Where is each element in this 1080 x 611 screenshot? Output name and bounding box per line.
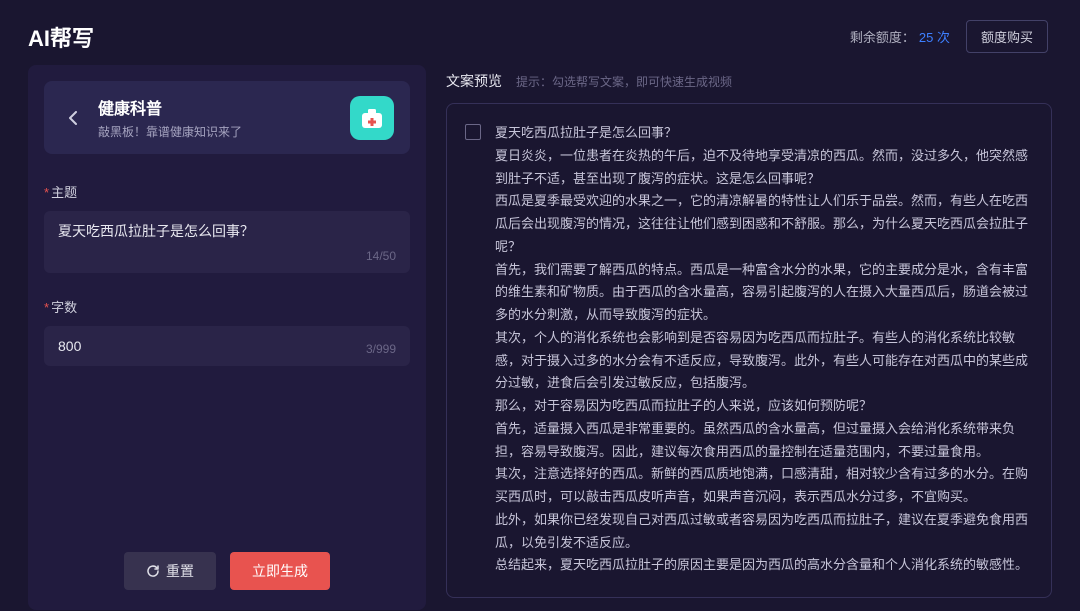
- preview-title: 文案预览: [446, 71, 502, 91]
- preview-line: 首先，适量摄入西瓜是非常重要的。虽然西瓜的含水量高，但过量摄入会给消化系统带来负…: [495, 418, 1029, 464]
- preview-box: 夏天吃西瓜拉肚子是怎么回事？夏日炎炎，一位患者在炎热的午后，迫不及待地享受清凉的…: [446, 103, 1052, 598]
- reset-button[interactable]: 重置: [124, 552, 216, 590]
- purchase-button[interactable]: 额度购买: [966, 20, 1048, 53]
- back-button[interactable]: [60, 106, 84, 130]
- medkit-icon: [350, 96, 394, 140]
- preview-line: 夏天吃西瓜拉肚子是怎么回事？: [495, 122, 1029, 145]
- left-panel: 健康科普 敲黑板！靠谱健康知识来了 *主题 14/50 *字数: [28, 65, 426, 610]
- preview-line: 西瓜是夏季最受欢迎的水果之一，它的清凉解暑的特性让人们乐于品尝。然而，有些人在吃…: [495, 190, 1029, 258]
- category-card: 健康科普 敲黑板！靠谱健康知识来了: [44, 81, 410, 154]
- preview-line: 那么，对于容易因为吃西瓜而拉肚子的人来说，应该如何预防呢？: [495, 395, 1029, 418]
- topic-label: *主题: [44, 182, 410, 201]
- words-input[interactable]: [58, 338, 396, 354]
- preview-hint: 提示：勾选帮写文案，即可快速生成视频: [516, 73, 732, 90]
- category-title: 健康科普: [98, 95, 336, 119]
- category-subtitle: 敲黑板！靠谱健康知识来了: [98, 123, 336, 140]
- topic-char-count: 14/50: [366, 249, 396, 263]
- preview-line: 其次，注意选择好的西瓜。新鲜的西瓜质地饱满，口感清甜，相对较少含有过多的水分。在…: [495, 463, 1029, 509]
- page-title: AI帮写: [28, 21, 94, 53]
- preview-line: 其次，个人的消化系统也会影响到是否容易因为吃西瓜而拉肚子。有些人的消化系统比较敏…: [495, 327, 1029, 395]
- refresh-icon: [146, 564, 160, 578]
- topic-input[interactable]: [58, 223, 396, 239]
- preview-line: 此外，如果你已经发现自己对西瓜过敏或者容易因为吃西瓜而拉肚子，建议在夏季避免食用…: [495, 509, 1029, 555]
- preview-line: 首先，我们需要了解西瓜的特点。西瓜是一种富含水分的水果，它的主要成分是水，含有丰…: [495, 259, 1029, 327]
- quota-text: 剩余额度：25 次: [850, 27, 950, 46]
- select-checkbox[interactable]: [465, 124, 481, 140]
- words-char-count: 3/999: [366, 342, 396, 356]
- chevron-left-icon: [68, 111, 77, 125]
- preview-line: 夏日炎炎，一位患者在炎热的午后，迫不及待地享受清凉的西瓜。然而，没过多久，他突然…: [495, 145, 1029, 191]
- preview-text: 夏天吃西瓜拉肚子是怎么回事？夏日炎炎，一位患者在炎热的午后，迫不及待地享受清凉的…: [495, 122, 1033, 579]
- generate-button[interactable]: 立即生成: [230, 552, 330, 590]
- preview-line: 总结起来，夏天吃西瓜拉肚子的原因主要是因为西瓜的高水分含量和个人消化系统的敏感性…: [495, 554, 1029, 579]
- words-label: *字数: [44, 297, 410, 316]
- right-panel: 文案预览 提示：勾选帮写文案，即可快速生成视频 夏天吃西瓜拉肚子是怎么回事？夏日…: [446, 65, 1052, 610]
